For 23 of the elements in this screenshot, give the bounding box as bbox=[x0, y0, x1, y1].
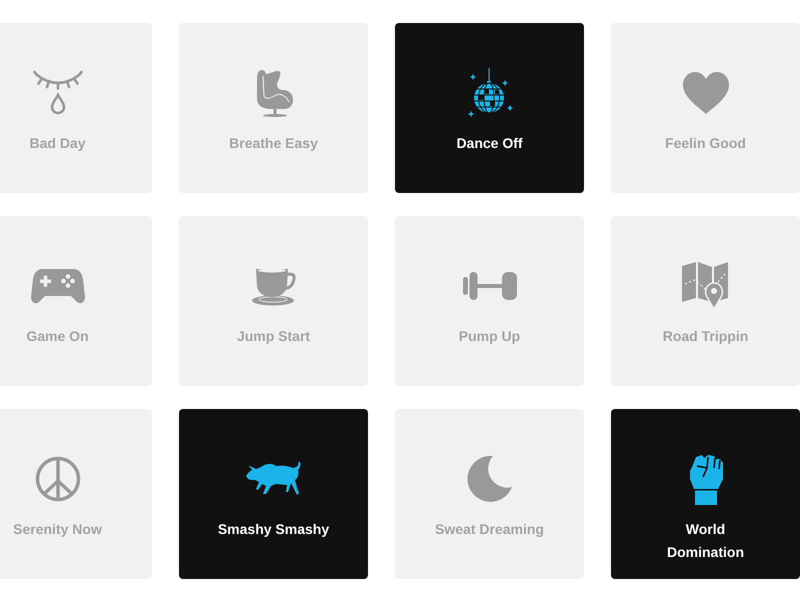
mood-tile[interactable]: Serenity Now bbox=[0, 409, 152, 579]
mood-tile[interactable]: Sweat Dreaming bbox=[395, 409, 584, 579]
dumbbell-icon bbox=[462, 271, 516, 301]
map-pin-icon bbox=[682, 262, 730, 310]
mood-tile[interactable]: Feelin Good bbox=[611, 23, 800, 193]
crescent-moon-icon bbox=[464, 455, 514, 503]
crying-eye-icon bbox=[32, 70, 82, 116]
mood-tile[interactable]: Bad Day bbox=[0, 23, 152, 193]
game-controller-icon bbox=[30, 267, 84, 305]
mood-tile[interactable]: World Domination bbox=[611, 409, 800, 579]
coffee-cup-icon bbox=[250, 266, 296, 306]
mood-tile[interactable]: Smashy Smashy bbox=[179, 409, 368, 579]
peace-sign-icon bbox=[34, 456, 80, 502]
heart-icon bbox=[680, 71, 730, 115]
mood-tile[interactable]: Jump Start bbox=[179, 216, 368, 386]
mood-tile[interactable]: Road Trippin bbox=[611, 216, 800, 386]
disco-ball-icon bbox=[466, 68, 514, 118]
mood-tile[interactable]: Pump Up bbox=[395, 216, 584, 386]
bull-icon bbox=[246, 462, 302, 496]
mood-tile[interactable]: Dance Off bbox=[395, 23, 584, 193]
raised-fist-icon bbox=[688, 453, 724, 505]
mood-tile[interactable]: Breathe Easy bbox=[179, 23, 368, 193]
mood-tile[interactable]: Game On bbox=[0, 216, 152, 386]
